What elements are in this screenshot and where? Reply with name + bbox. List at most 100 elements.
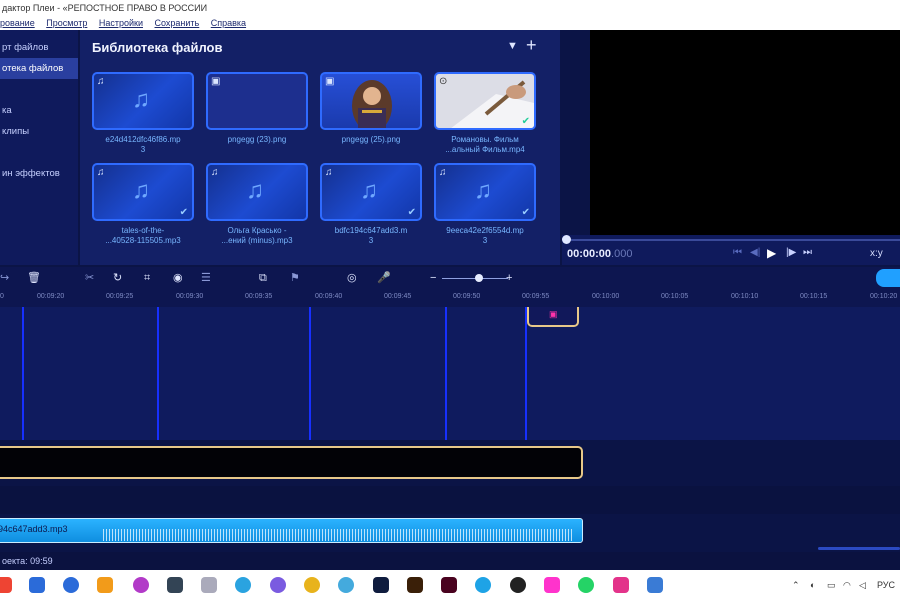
menu-edit[interactable]: рование <box>0 16 35 30</box>
export-button[interactable] <box>876 269 900 287</box>
menu-bar: рование Просмотр Настройки Сохранить Спр… <box>0 16 900 30</box>
tray-icon[interactable]: ◐ <box>810 580 815 590</box>
music-note-icon: ♫ <box>474 177 492 204</box>
viber-icon[interactable] <box>270 577 286 593</box>
music-note-icon: ♫ <box>246 177 264 204</box>
add-file-icon[interactable]: + <box>526 36 537 54</box>
video-track[interactable] <box>0 307 900 440</box>
skip-start-icon[interactable]: ⏮ <box>733 247 742 258</box>
skip-end-icon[interactable]: ⏭ <box>803 247 812 258</box>
taskbar-app-icon[interactable] <box>29 577 45 593</box>
taskbar-app-icon[interactable] <box>647 577 663 593</box>
speed-icon[interactable]: ◉ <box>173 272 183 284</box>
crop-icon[interactable]: ⌗ <box>144 272 150 284</box>
language-indicator[interactable]: РУС <box>877 580 895 590</box>
ruler-tick: 00:10:10 <box>731 293 759 300</box>
step-back-icon[interactable]: ◀| <box>750 247 760 258</box>
volume-icon[interactable]: ◁ <box>859 580 866 590</box>
ruler-tick: 00:09:20 <box>37 293 65 300</box>
taskbar-app-icon[interactable] <box>201 577 217 593</box>
taskbar-app-icon[interactable] <box>63 577 79 593</box>
file-tile-4[interactable]: ⊙ ✔ <box>434 72 536 130</box>
sidebar-item-import[interactable]: рт файлов <box>0 37 78 58</box>
check-icon: ✔ <box>407 207 416 218</box>
sidebar-item-3[interactable] <box>0 79 78 100</box>
file-tile-8[interactable]: ♫ ♫ ✔ <box>434 163 536 221</box>
file-tile-5[interactable]: ♫ ♫ ✔ <box>92 163 194 221</box>
menu-save[interactable]: Сохранить <box>155 16 200 30</box>
ruler-tick: 00:10:05 <box>661 293 689 300</box>
menu-view[interactable]: Просмотр <box>46 16 87 30</box>
scrub-handle[interactable] <box>562 235 571 244</box>
sidebar-item-clips[interactable]: клипы <box>0 121 78 142</box>
file-tile-1[interactable]: ♫ ♫ <box>92 72 194 130</box>
menu-help[interactable]: Справка <box>211 16 246 30</box>
photoshop-icon[interactable] <box>373 577 389 593</box>
taskbar-app-icon[interactable] <box>97 577 113 593</box>
rotate-icon[interactable]: ↻ <box>113 272 122 284</box>
file-tile-6[interactable]: ♫ ♫ <box>206 163 308 221</box>
step-forward-icon[interactable]: |▶ <box>786 247 796 258</box>
cut-icon[interactable]: ✂ <box>85 272 94 284</box>
skype-icon[interactable] <box>475 577 491 593</box>
sidebar-item-4[interactable]: ка <box>0 100 78 121</box>
wifi-icon[interactable]: ◠ <box>843 580 851 590</box>
taskbar-app-icon[interactable] <box>167 577 183 593</box>
taskbar-app-icon[interactable] <box>613 577 629 593</box>
delete-icon[interactable]: 🗑 <box>27 272 41 284</box>
menu-settings[interactable]: Настройки <box>99 16 143 30</box>
music-note-icon: ♫ <box>360 177 378 204</box>
clip-boundary <box>525 307 527 440</box>
file-tile-3[interactable]: ▣ <box>320 72 422 130</box>
video-clip[interactable] <box>0 446 583 479</box>
sidebar-item-effects[interactable]: ин эффектов <box>0 163 78 184</box>
chrome-icon[interactable] <box>304 577 320 593</box>
ruler-tick: 00:09:55 <box>522 293 550 300</box>
taskbar-app-icon[interactable] <box>0 577 12 593</box>
audio-clip[interactable] <box>0 518 583 543</box>
playback-time: 00:00:00.000 <box>567 248 633 260</box>
timeline-scrollbar[interactable] <box>818 547 900 550</box>
ruler-tick: 00:10:00 <box>592 293 620 300</box>
zoom-in-icon[interactable]: + <box>506 272 512 284</box>
overlay-icon[interactable]: ⧉ <box>259 272 267 284</box>
illustrator-icon[interactable] <box>407 577 423 593</box>
telegram-icon[interactable] <box>235 577 251 593</box>
music-badge-icon: ♫ <box>439 167 447 178</box>
scrub-track[interactable] <box>566 239 900 241</box>
clip-boundary <box>309 307 311 440</box>
aspect-ratio-select[interactable]: х:у <box>870 248 883 259</box>
taskbar-app-icon[interactable] <box>544 577 560 593</box>
timeline-ruler[interactable] <box>0 289 900 307</box>
redo-icon[interactable]: ↪ <box>0 272 9 284</box>
taskbar-app-icon[interactable] <box>133 577 149 593</box>
zoom-slider-handle[interactable] <box>475 274 483 282</box>
indesign-icon[interactable] <box>441 577 457 593</box>
taskbar-app-icon[interactable] <box>510 577 526 593</box>
play-icon[interactable]: ▶ <box>767 246 776 260</box>
chevron-up-icon[interactable]: ⌃ <box>792 580 800 590</box>
taskbar-app-icon[interactable] <box>338 577 354 593</box>
image-badge-icon: ▣ <box>325 76 335 87</box>
file-tile-7[interactable]: ♫ ♫ ✔ <box>320 163 422 221</box>
microphone-icon[interactable]: 🎤 <box>377 272 391 284</box>
image-badge-icon: ▣ <box>211 76 221 87</box>
clip-icon: ▣ <box>549 309 558 319</box>
overlay-clip[interactable]: ▣ <box>527 307 579 327</box>
filter-icon[interactable]: ▼ <box>507 40 518 52</box>
sidebar-item-library[interactable]: отека файлов <box>0 58 78 79</box>
video-preview[interactable] <box>590 30 900 235</box>
whatsapp-icon[interactable] <box>578 577 594 593</box>
sidebar: рт файлов отека файлов ка клипы ин эффек… <box>0 30 78 265</box>
clip-boundary <box>157 307 159 440</box>
marker-icon[interactable]: ⚑ <box>290 272 300 284</box>
check-icon: ✔ <box>521 207 530 218</box>
network-icon[interactable]: ▭ <box>827 580 836 590</box>
properties-icon[interactable]: ☰ <box>201 272 211 284</box>
file-tile-2[interactable]: ▣ <box>206 72 308 130</box>
sidebar-item-6[interactable] <box>0 142 78 163</box>
file-caption-5: tales-of-the- ...40528-115505.mp3 <box>105 226 181 245</box>
record-icon[interactable]: ◎ <box>347 272 357 284</box>
ruler-tick: 0 <box>0 293 4 300</box>
zoom-out-icon[interactable]: − <box>430 272 436 284</box>
